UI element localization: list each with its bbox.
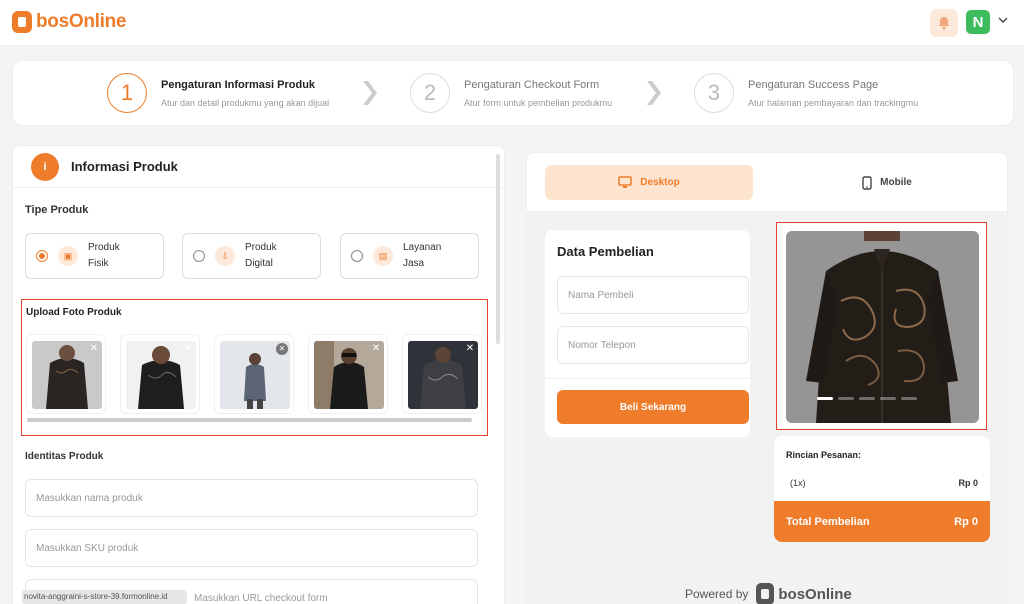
step-arrow-icon xyxy=(363,81,377,105)
product-thumbnail[interactable]: ✕ xyxy=(402,334,482,414)
buyer-phone-input[interactable]: Nomor Telepon xyxy=(557,326,749,364)
product-type-label: Tipe Produk xyxy=(25,204,89,216)
product-sku-input[interactable]: Masukkan SKU produk xyxy=(25,529,478,567)
total-value: Rp 0 xyxy=(954,515,978,528)
product-info-panel: i Informasi Produk Tipe Produk ▣ Produk … xyxy=(12,145,505,604)
powered-by-footer: Powered by bosOnline xyxy=(685,583,852,604)
step-3-number: 3 xyxy=(694,73,734,113)
product-image-preview xyxy=(776,222,987,430)
type-label-line2: Jasa xyxy=(403,258,425,269)
info-icon: i xyxy=(31,152,59,181)
carousel-dot[interactable] xyxy=(817,397,833,400)
step-arrow-icon xyxy=(647,81,661,105)
order-line-price: Rp 0 xyxy=(958,478,978,488)
type-label-line1: Produk xyxy=(245,242,277,253)
form-divider xyxy=(545,378,750,379)
powered-brand-name: bosOnline xyxy=(778,585,852,603)
type-label-line1: Produk xyxy=(88,242,120,253)
carousel-dot[interactable] xyxy=(901,397,917,400)
type-option-produk-fisik[interactable]: ▣ Produk Fisik xyxy=(25,233,164,279)
briefcase-icon: ▤ xyxy=(373,246,393,266)
product-identity-label: Identitas Produk xyxy=(25,451,104,462)
account-chevron-down-icon[interactable] xyxy=(998,13,1008,27)
device-tabs: Desktop Mobile xyxy=(527,153,1007,211)
powered-brand-logo: bosOnline xyxy=(756,583,852,604)
vertical-scrollbar[interactable] xyxy=(496,154,500,344)
remove-photo-close-icon[interactable]: ✕ xyxy=(464,343,476,355)
product-name-input[interactable]: Masukkan nama produk xyxy=(25,479,478,517)
radio-unselected[interactable] xyxy=(193,250,205,262)
carousel-dot[interactable] xyxy=(859,397,875,400)
product-thumbnail[interactable]: ✕ xyxy=(120,334,200,414)
logo-mark-icon xyxy=(12,11,32,33)
url-prefix: novita-anggraini-s-store-39.formonline.i… xyxy=(22,590,187,604)
carousel-dot[interactable] xyxy=(880,397,896,400)
powered-by-text: Powered by xyxy=(685,587,749,601)
product-main-photo[interactable] xyxy=(786,231,979,423)
brand-name: bosOnline xyxy=(36,11,127,32)
step-3-title: Pengaturan Success Page xyxy=(748,78,879,91)
user-avatar[interactable]: N xyxy=(966,10,990,34)
step-2-title: Pengaturan Checkout Form xyxy=(464,78,600,91)
tab-mobile-label: Mobile xyxy=(880,177,912,188)
tab-mobile[interactable]: Mobile xyxy=(783,165,991,200)
tab-desktop[interactable]: Desktop xyxy=(545,165,753,200)
step-1-title: Pengaturan Informasi Produk xyxy=(161,78,316,91)
type-option-layanan-jasa[interactable]: ▤ Layanan Jasa xyxy=(340,233,479,279)
buyer-name-input[interactable]: Nama Pembeli xyxy=(557,276,749,314)
order-qty: (1x) xyxy=(790,478,806,488)
image-carousel-indicators[interactable] xyxy=(817,397,917,400)
brand-logo[interactable]: bosOnline xyxy=(12,11,127,33)
step-1[interactable]: 1 Pengaturan Informasi Produk Atur dan d… xyxy=(107,73,329,113)
panel-title: Informasi Produk xyxy=(71,159,178,174)
remove-photo-close-icon[interactable]: ✕ xyxy=(182,343,194,355)
remove-photo-close-icon[interactable]: ✕ xyxy=(276,343,288,355)
order-summary-title: Rincian Pesanan: xyxy=(786,450,862,460)
step-2-subtitle: Atur form untuk pembelian produkmu xyxy=(464,97,613,108)
carousel-dot[interactable] xyxy=(838,397,854,400)
panel-header: i Informasi Produk xyxy=(13,146,504,188)
product-thumbnail[interactable]: ✕ xyxy=(26,334,106,414)
upload-photo-label: Upload Foto Produk xyxy=(26,307,122,318)
step-2-number: 2 xyxy=(410,73,450,113)
step-2[interactable]: 2 Pengaturan Checkout Form Atur form unt… xyxy=(410,73,612,113)
logo-mark-icon xyxy=(756,583,775,604)
box-icon: ▣ xyxy=(58,246,78,266)
product-thumbnail[interactable]: ✕ xyxy=(308,334,388,414)
radio-unselected[interactable] xyxy=(351,250,363,262)
radio-selected[interactable] xyxy=(36,250,48,262)
download-icon: ⇩ xyxy=(215,246,235,266)
type-option-produk-digital[interactable]: ⇩ Produk Digital xyxy=(182,233,321,279)
horizontal-scrollbar[interactable] xyxy=(27,418,472,422)
type-label-line1: Layanan xyxy=(403,242,442,253)
tab-desktop-label: Desktop xyxy=(640,177,680,188)
notification-bell-icon[interactable] xyxy=(930,9,958,37)
purchase-form-card: Data Pembelian Nama Pembeli Nomor Telepo… xyxy=(545,230,750,437)
upload-photo-section: Upload Foto Produk ✕ ✕ ✕ ✕ ✕ xyxy=(21,299,488,436)
remove-photo-close-icon[interactable]: ✕ xyxy=(88,343,100,355)
progress-stepper: 1 Pengaturan Informasi Produk Atur dan d… xyxy=(12,60,1014,126)
buy-now-button[interactable]: Beli Sekarang xyxy=(557,390,749,424)
preview-panel: Desktop Mobile Data Pembelian Nama Pembe… xyxy=(526,152,1008,604)
product-thumbnail[interactable]: ✕ xyxy=(214,334,294,414)
remove-photo-close-icon[interactable]: ✕ xyxy=(370,343,382,355)
monitor-icon xyxy=(618,176,633,188)
step-1-number: 1 xyxy=(107,73,147,113)
order-line: (1x) Rp 0 xyxy=(790,478,978,488)
phone-icon xyxy=(862,175,872,190)
top-header: bosOnline N xyxy=(0,0,1024,46)
step-3[interactable]: 3 Pengaturan Success Page Atur halaman p… xyxy=(694,73,918,113)
purchase-form-title: Data Pembelian xyxy=(557,244,654,259)
type-label-line2: Digital xyxy=(245,258,273,269)
total-label: Total Pembelian xyxy=(786,515,870,528)
order-total-bar: Total Pembelian Rp 0 xyxy=(774,501,990,542)
step-3-subtitle: Atur halaman pembayaran dan trackingmu xyxy=(748,97,919,108)
step-1-subtitle: Atur dan detail produkmu yang akan dijua… xyxy=(161,97,330,108)
type-label-line2: Fisik xyxy=(88,258,109,269)
order-summary-card: Rincian Pesanan: (1x) Rp 0 Total Pembeli… xyxy=(774,436,990,542)
